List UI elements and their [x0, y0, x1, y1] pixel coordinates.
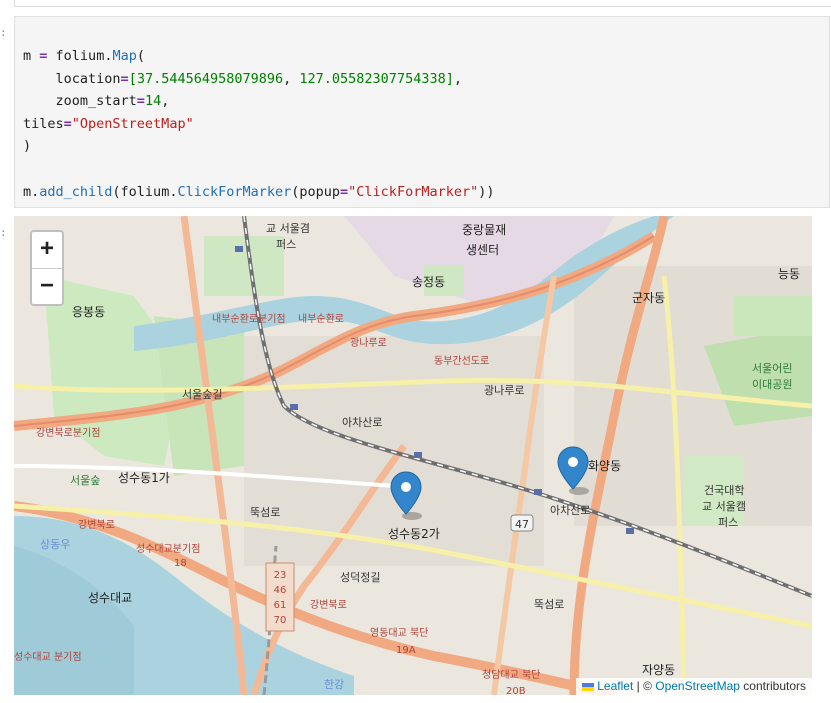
output-cell-prompt: :	[0, 226, 7, 239]
label-seoulgyeong: 교 서울겸	[266, 222, 310, 235]
label-naebu: 내부순환로	[298, 313, 344, 325]
openstreetmap-link[interactable]: OpenStreetMap	[655, 679, 740, 693]
label-seoulsup: 서울숲	[70, 474, 100, 487]
zoom-out-button[interactable]: −	[32, 269, 62, 305]
label-konkuk-1: 건국대학	[704, 484, 744, 497]
label-childrens-park: 서울어린	[752, 362, 792, 375]
previous-cell-edge	[14, 0, 831, 7]
ukraine-flag-icon	[582, 682, 595, 691]
bus-number-3: 61	[274, 600, 287, 611]
label-yeongdong-ramp: 영동대교 북단	[370, 627, 428, 639]
label-eungbong: 응봉동	[72, 305, 105, 319]
label-konkuk-3: 퍼스	[718, 516, 738, 529]
bus-number-4: 70	[274, 615, 287, 626]
label-jungnang-market: 중랑물재	[462, 223, 506, 237]
label-konkuk-2: 교 서울캠	[702, 500, 746, 513]
label-river-name: 상동우	[40, 538, 70, 551]
label-songjeong: 송정동	[412, 275, 445, 289]
code-editor[interactable]: m = folium.Map( location=[37.54456495807…	[23, 45, 494, 203]
label-seongsu-bridge: 성수대교	[88, 591, 132, 605]
label-gwangnaru-2: 광나루로	[484, 384, 524, 397]
label-gangbyeon: 강변북로	[78, 519, 115, 531]
label-yeongdong-num: 19A	[396, 645, 416, 656]
label-neung: 능동	[778, 267, 800, 281]
label-cheongdam-ramp: 청담대교 북단	[482, 669, 540, 681]
code-cell[interactable]: m = folium.Map( location=[37.54456495807…	[14, 16, 830, 208]
label-gwangnaru: 광나루로	[350, 337, 387, 349]
map-attribution: Leaflet | © OpenStreetMap contributors	[576, 678, 812, 695]
leaflet-link[interactable]: Leaflet	[597, 679, 633, 693]
zoom-control: + −	[30, 230, 64, 306]
label-seongsu1: 성수동1가	[118, 471, 170, 485]
map-container[interactable]: 47 23 46 61 70 중랑물재 생센터 송정동 교 서울겸 퍼스 응봉동…	[14, 216, 812, 695]
label-ttukseom: 뚝섬로	[250, 506, 280, 519]
label-achasan: 아차산로	[342, 416, 382, 429]
label-achasan-2: 아차산로	[550, 504, 590, 517]
label-jayang: 자양동	[642, 663, 675, 677]
label-gunja: 군자동	[632, 291, 665, 305]
attribution-contributors: contributors	[739, 679, 806, 693]
attribution-separator: | ©	[633, 679, 656, 693]
label-road-18: 18	[174, 558, 187, 569]
label-jungnang-center: 생센터	[466, 243, 499, 257]
label-gangbyeon-ramp: 강변북로분기점	[36, 427, 100, 439]
label-seongsu-ramp-bottom: 성수대교 분기점	[14, 651, 82, 663]
label-naebu-ramp: 내부순환로분기점	[212, 313, 286, 325]
label-seongdeok: 성덕정길	[340, 571, 380, 584]
label-pieseu: 퍼스	[276, 238, 296, 251]
label-seongsu2: 성수동2가	[388, 527, 440, 541]
route-shield-47: 47	[515, 518, 529, 531]
zoom-in-button[interactable]: +	[32, 232, 62, 268]
label-hwayang: 화양동	[588, 459, 621, 473]
code-cell-prompt: :	[0, 26, 7, 39]
label-hangang: 한강	[324, 678, 344, 691]
label-ttukseom-2: 뚝섬로	[534, 598, 564, 611]
map-tiles[interactable]: 47 23 46 61 70 중랑물재 생센터 송정동 교 서울겸 퍼스 응봉동…	[14, 216, 812, 695]
label-seoulsup-gil: 서울숲길	[182, 388, 222, 401]
label-gangbyeon-2: 강변북로	[310, 599, 347, 611]
label-childrens-park-2: 이대공원	[752, 378, 792, 391]
bus-number-1: 23	[274, 570, 287, 581]
label-seongsu-ramp: 성수대교분기점	[136, 543, 200, 555]
label-road-20b: 20B	[506, 686, 526, 695]
label-dongbu: 동부간선도로	[434, 355, 489, 367]
bus-number-2: 46	[274, 585, 287, 596]
